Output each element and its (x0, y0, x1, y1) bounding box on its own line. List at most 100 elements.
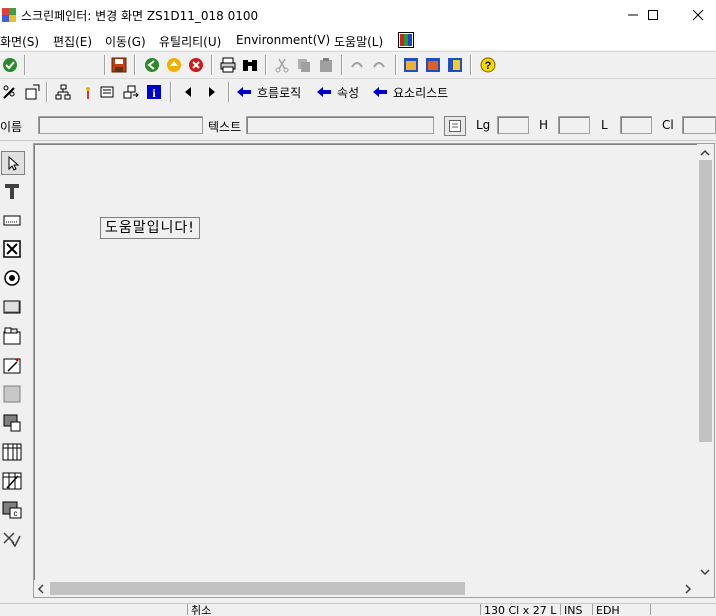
name-field[interactable] (38, 116, 203, 134)
status-system: EDH (592, 604, 646, 615)
palette-radio-button[interactable] (1, 267, 23, 289)
window-image-icon (448, 58, 462, 72)
find-button[interactable] (240, 55, 260, 75)
paste-button[interactable] (316, 55, 336, 75)
column-field[interactable] (682, 116, 716, 134)
palette-tabstrip[interactable] (1, 325, 23, 347)
text-field[interactable] (246, 116, 434, 134)
exit-button[interactable] (164, 55, 184, 75)
activate-button[interactable] (22, 82, 42, 102)
print-button[interactable] (218, 55, 238, 75)
info-button[interactable]: i (144, 82, 164, 102)
checkmark-icon (3, 58, 17, 72)
app-icon (2, 8, 16, 22)
scroll-up-icon[interactable] (700, 149, 710, 157)
line-field[interactable] (620, 116, 652, 134)
table-control-icon (2, 443, 22, 461)
custom-control-icon: c (2, 501, 22, 519)
attributes-button[interactable]: 속성 (316, 82, 359, 102)
scroll-right-icon[interactable] (684, 584, 692, 594)
toggle-edit-button[interactable] (0, 82, 20, 102)
menu-edit[interactable]: 편집(E) (53, 33, 92, 50)
palette-tabstrip-wizard[interactable] (1, 354, 23, 376)
layout-button-1[interactable] (401, 55, 421, 75)
maximize-button[interactable] (630, 0, 676, 30)
palette-pushbutton[interactable] (1, 296, 23, 318)
palette-pointer[interactable] (1, 151, 25, 175)
palette-table-wizard[interactable] (1, 470, 23, 492)
separator (24, 55, 26, 75)
element-list-button[interactable]: 요소리스트 (372, 82, 448, 102)
menu-environment[interactable]: Environment(V) (236, 33, 330, 47)
redo-icon (373, 62, 385, 68)
enter-button[interactable] (0, 55, 20, 75)
vertical-scroll-thumb[interactable] (699, 160, 712, 442)
tabstrip-wizard-icon (3, 358, 21, 374)
hierarchy-button[interactable] (53, 82, 73, 102)
separator (134, 55, 136, 75)
save-button[interactable] (109, 55, 129, 75)
screen-canvas[interactable] (33, 143, 715, 598)
help-button[interactable]: ? (478, 55, 498, 75)
lg-label: Lg (476, 118, 491, 132)
palette-status-icon[interactable] (1, 528, 23, 550)
palette-text-field[interactable] (1, 180, 23, 202)
palette-input-field[interactable] (1, 209, 23, 231)
status-message: 취소 (187, 604, 476, 615)
flow-logic-button[interactable]: 흐름로직 (236, 82, 301, 102)
next-button[interactable] (202, 82, 222, 102)
lg-field[interactable] (497, 116, 529, 134)
text-icon (5, 184, 19, 199)
menu-screen[interactable]: 화면(S) (0, 33, 39, 50)
flow-logic-label: 흐름로직 (257, 85, 302, 100)
save-icon (111, 57, 127, 73)
palette-checkbox[interactable] (1, 238, 23, 260)
arrow-left-icon (237, 87, 251, 97)
svg-text:c: c (14, 509, 18, 518)
back-button[interactable] (142, 55, 162, 75)
layout-button-3[interactable] (445, 55, 465, 75)
help-text-element[interactable]: 도움말입니다! (100, 217, 200, 239)
close-icon (692, 9, 704, 21)
redo-button[interactable] (369, 55, 389, 75)
horizontal-scroll-thumb[interactable] (50, 582, 465, 595)
hierarchy-icon (55, 84, 71, 100)
layout-button-2[interactable] (423, 55, 443, 75)
status-insert-mode: INS (560, 604, 592, 615)
exit-icon (167, 58, 181, 72)
dictionary-button[interactable] (98, 82, 118, 102)
copy-button[interactable] (294, 55, 314, 75)
separator (341, 55, 343, 75)
undo-button[interactable] (347, 55, 367, 75)
menu-help[interactable]: 도움말(L) (334, 33, 383, 50)
palette-table-control[interactable] (1, 441, 23, 463)
cut-button[interactable] (272, 55, 292, 75)
window-image-icon (426, 58, 440, 72)
height-field[interactable] (558, 116, 590, 134)
dictionary-icon (100, 86, 114, 98)
move-button[interactable] (121, 82, 141, 102)
separator (228, 82, 230, 102)
scroll-left-icon[interactable] (37, 584, 45, 594)
menu-bar: 화면(S) 편집(E) 이동(G) 유틸리티(U) Environment(V)… (0, 30, 716, 50)
separator (170, 82, 172, 102)
pin-button[interactable] (76, 82, 96, 102)
palette-custom-control[interactable]: c (1, 499, 23, 521)
standard-toolbar: ? (0, 51, 716, 79)
list-button[interactable] (444, 116, 466, 136)
title-bar: 스크린페인터: 변경 화면 ZS1D11_018 0100 (0, 0, 716, 30)
cancel-button[interactable] (186, 55, 206, 75)
menu-goto[interactable]: 이동(G) (105, 33, 146, 50)
palette-subscreen[interactable] (1, 412, 23, 434)
palette-box[interactable] (1, 383, 23, 405)
arrow-left-icon (373, 87, 387, 97)
scroll-down-icon[interactable] (700, 568, 710, 576)
separator (46, 82, 48, 102)
menu-utilities[interactable]: 유틸리티(U) (159, 33, 221, 50)
previous-button[interactable] (178, 82, 198, 102)
customize-layout-icon[interactable] (398, 32, 414, 48)
status-extra (650, 604, 714, 615)
print-icon (220, 57, 236, 73)
close-button[interactable] (675, 0, 716, 30)
status-position: 130 Cl x 27 L (480, 604, 559, 615)
